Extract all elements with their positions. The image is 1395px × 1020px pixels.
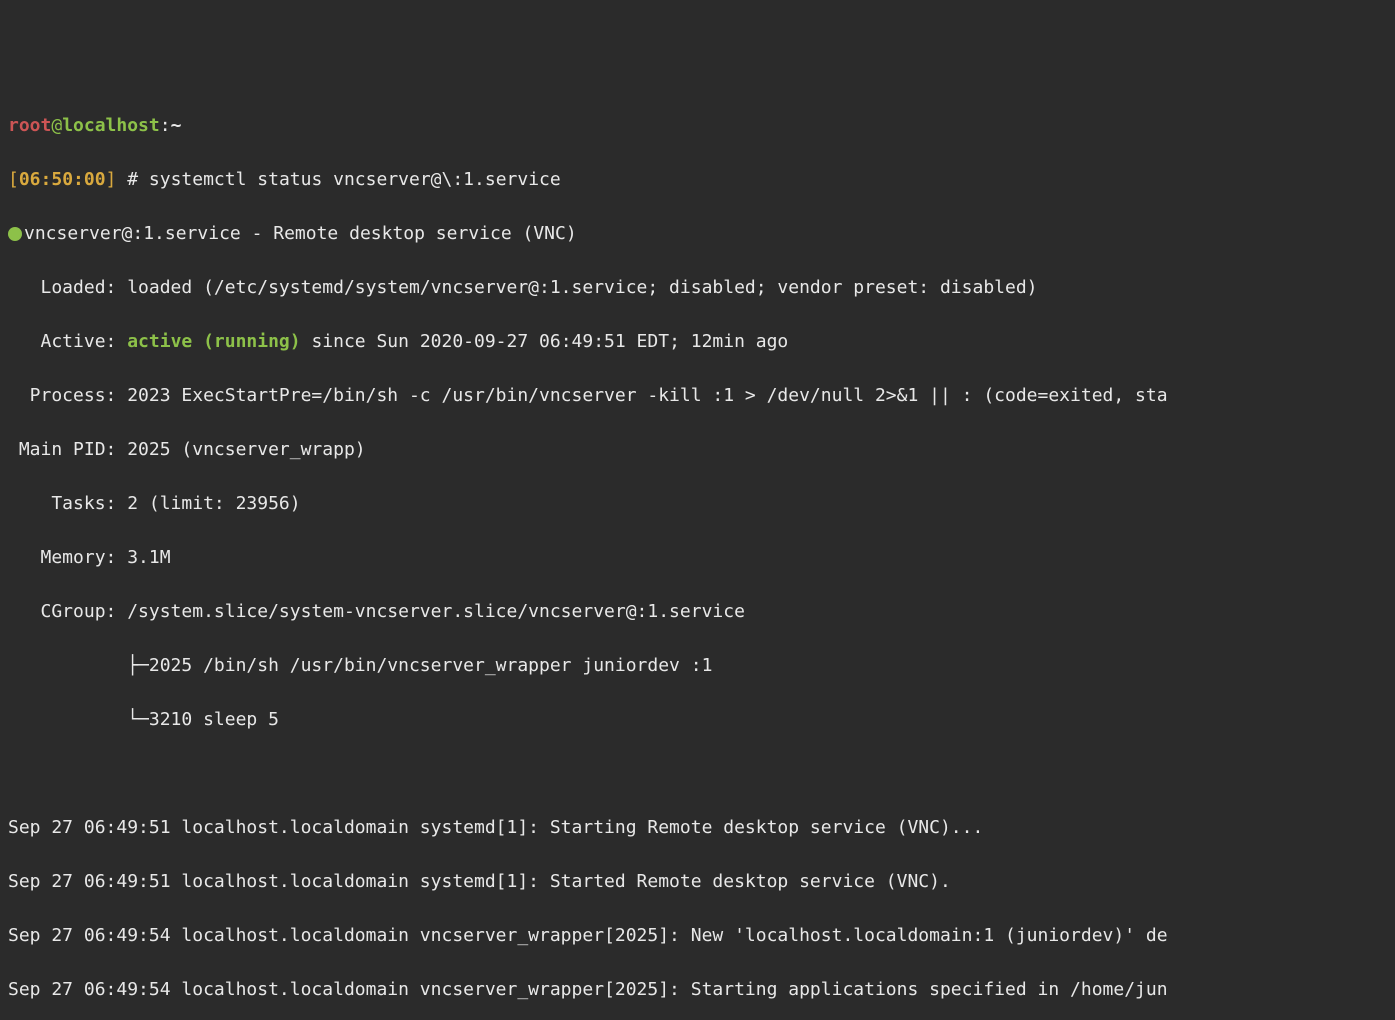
service-name: vncserver@:1.service - Remote desktop se…	[24, 223, 577, 244]
active-label: Active:	[8, 331, 127, 352]
active-line: Active: active (running) since Sun 2020-…	[8, 328, 1387, 355]
blank-line	[8, 760, 1387, 787]
cgroup-proc-1: ├─2025 /bin/sh /usr/bin/vncserver_wrappe…	[8, 652, 1387, 679]
loaded-line: Loaded: loaded (/etc/systemd/system/vncs…	[8, 274, 1387, 301]
prompt-host: localhost	[62, 115, 160, 136]
log-line: Sep 27 06:49:54 localhost.localdomain vn…	[8, 922, 1387, 949]
service-name-line: vncserver@:1.service - Remote desktop se…	[8, 220, 1387, 247]
command-text: systemctl status vncserver@\:1.service	[149, 169, 561, 190]
tasks-line: Tasks: 2 (limit: 23956)	[8, 490, 1387, 517]
cgroup-proc-2: └─3210 sleep 5	[8, 706, 1387, 733]
prompt-line: root@localhost:~	[8, 112, 1387, 139]
log-line: Sep 27 06:49:54 localhost.localdomain vn…	[8, 976, 1387, 1003]
ts-close: ]	[106, 169, 117, 190]
active-value: active (running)	[127, 331, 300, 352]
active-rest: since Sun 2020-09-27 06:49:51 EDT; 12min…	[301, 331, 789, 352]
prompt-colon: :	[160, 115, 171, 136]
process-line: Process: 2023 ExecStartPre=/bin/sh -c /u…	[8, 382, 1387, 409]
main-pid-line: Main PID: 2025 (vncserver_wrapp)	[8, 436, 1387, 463]
command-line[interactable]: [06:50:00] # systemctl status vncserver@…	[8, 166, 1387, 193]
timestamp: 06:50:00	[19, 169, 106, 190]
status-dot-icon	[8, 227, 22, 241]
ts-open: [	[8, 169, 19, 190]
log-line: Sep 27 06:49:51 localhost.localdomain sy…	[8, 868, 1387, 895]
prompt-at: @	[51, 115, 62, 136]
memory-line: Memory: 3.1M	[8, 544, 1387, 571]
cgroup-line: CGroup: /system.slice/system-vncserver.s…	[8, 598, 1387, 625]
hash-prompt: #	[116, 169, 149, 190]
prompt-user: root	[8, 115, 51, 136]
prompt-path: ~	[171, 115, 182, 136]
log-line: Sep 27 06:49:51 localhost.localdomain sy…	[8, 814, 1387, 841]
